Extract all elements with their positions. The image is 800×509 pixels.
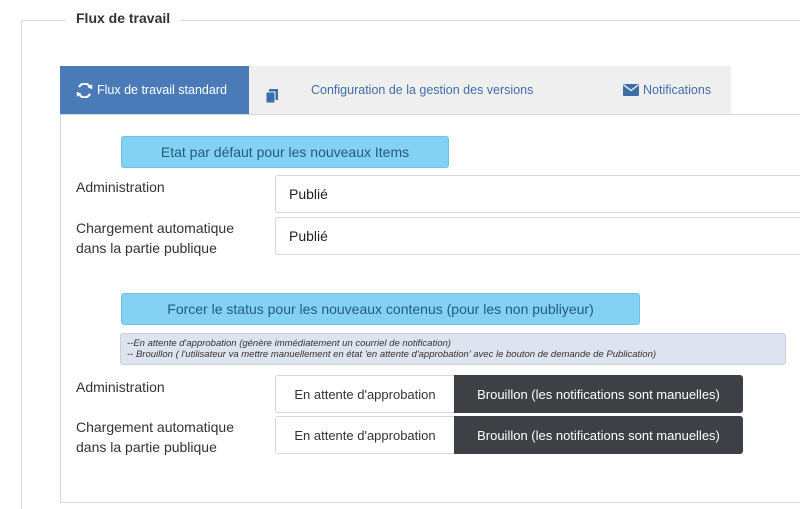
tab-copy-icon-button[interactable] bbox=[249, 66, 295, 114]
force-admin-draft-button[interactable]: Brouillon (les notifications sont manuel… bbox=[454, 375, 743, 413]
force-admin-label: Administration bbox=[76, 379, 165, 395]
default-state-banner: Etat par défaut pour les nouveaux Items bbox=[121, 136, 449, 168]
force-autoload-pending-button[interactable]: En attente d'approbation bbox=[275, 416, 454, 454]
copy-icon bbox=[265, 88, 279, 104]
admin-default-state-value: Publié bbox=[289, 186, 328, 202]
force-admin-pending-button[interactable]: En attente d'approbation bbox=[275, 375, 454, 413]
envelope-icon bbox=[623, 84, 639, 96]
autoload-default-state-field[interactable]: Publié bbox=[275, 217, 800, 255]
fieldset-legend: Flux de travail bbox=[66, 10, 181, 26]
force-autoload-label: Chargement automatique dans la partie pu… bbox=[76, 419, 234, 455]
refresh-icon bbox=[76, 82, 93, 98]
note-line-draft: -- Brouillon ( l'utilisateur va mettre m… bbox=[127, 349, 657, 360]
note-line-pending: --En attente d'approbation (génère imméd… bbox=[127, 338, 451, 349]
autoload-label: Chargement automatique dans la partie pu… bbox=[76, 220, 234, 256]
autoload-default-state-value: Publié bbox=[289, 228, 328, 244]
tab-standard-label: Flux de travail standard bbox=[97, 83, 227, 97]
tab-versions-label: Configuration de la gestion des versions bbox=[311, 83, 534, 97]
force-autoload-toggle: En attente d'approbation Brouillon (les … bbox=[275, 416, 743, 454]
force-status-banner: Forcer le status pour les nouveaux conte… bbox=[121, 293, 640, 325]
admin-label: Administration bbox=[76, 179, 165, 195]
admin-default-state-field[interactable]: Publié bbox=[275, 175, 800, 213]
tab-bar: Flux de travail standard Configuration d… bbox=[60, 66, 731, 114]
force-autoload-draft-button[interactable]: Brouillon (les notifications sont manuel… bbox=[454, 416, 743, 454]
tab-versions[interactable]: Configuration de la gestion des versions bbox=[295, 66, 607, 114]
tab-notifications[interactable]: Notifications bbox=[607, 66, 731, 114]
tab-standard-workflow[interactable]: Flux de travail standard bbox=[60, 66, 249, 114]
force-admin-toggle: En attente d'approbation Brouillon (les … bbox=[275, 375, 743, 413]
tab-notifications-label: Notifications bbox=[643, 83, 712, 97]
force-status-note: --En attente d'approbation (génère imméd… bbox=[120, 333, 786, 365]
